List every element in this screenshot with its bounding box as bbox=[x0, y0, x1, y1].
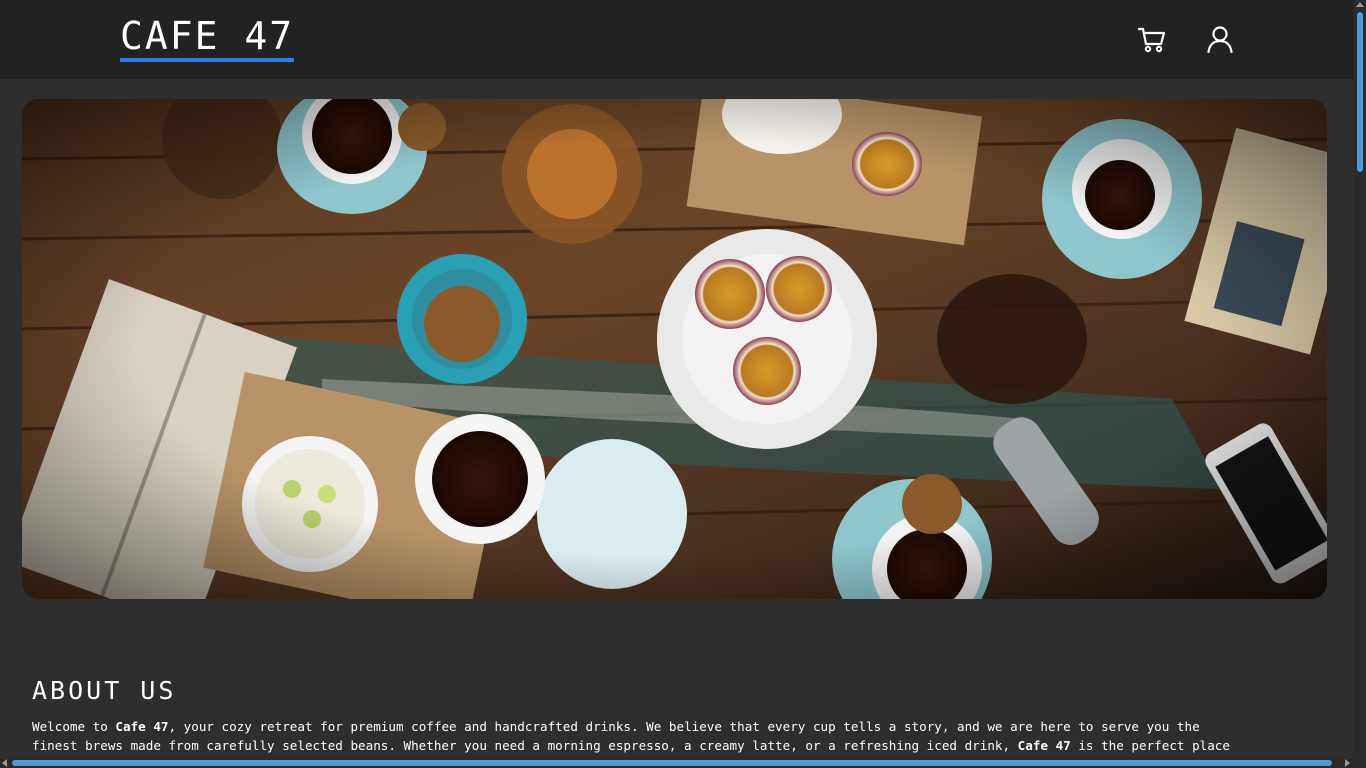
scroll-left-arrow-icon[interactable] bbox=[2, 759, 7, 767]
brand-logo-link[interactable]: CAFE 47 bbox=[120, 14, 295, 62]
about-brand-bold: Cafe 47 bbox=[115, 719, 169, 734]
about-line-1: Welcome to Cafe 47, your cozy retreat fo… bbox=[32, 717, 1332, 736]
scroll-right-arrow-icon[interactable] bbox=[1345, 759, 1350, 767]
about-text-segment: Welcome to bbox=[32, 719, 116, 734]
cart-icon bbox=[1137, 27, 1166, 53]
hero-photo bbox=[22, 99, 1327, 599]
cart-button[interactable] bbox=[1135, 22, 1169, 56]
user-icon bbox=[1207, 26, 1233, 54]
top-navbar: CAFE 47 bbox=[0, 0, 1354, 79]
about-text-segment: is the perfect place bbox=[1070, 738, 1230, 753]
about-text-segment: , your cozy retreat for premium coffee a… bbox=[168, 719, 1200, 734]
about-line-2: finest brews made from carefully selecte… bbox=[32, 736, 1332, 755]
vertical-scrollbar[interactable] bbox=[1354, 0, 1366, 758]
horizontal-scrollbar[interactable] bbox=[0, 758, 1366, 768]
about-us-heading: ABOUT US bbox=[32, 676, 177, 705]
account-button[interactable] bbox=[1203, 22, 1237, 56]
vertical-scrollbar-thumb[interactable] bbox=[1357, 12, 1363, 172]
horizontal-scrollbar-thumb[interactable] bbox=[12, 760, 1332, 766]
page: CAFE 47 ABOUT US Welcome to Cafe 47, you… bbox=[0, 0, 1366, 768]
about-text-segment: finest brews made from carefully selecte… bbox=[32, 738, 1018, 753]
about-brand-bold: Cafe 47 bbox=[1017, 738, 1071, 753]
hero-image bbox=[22, 99, 1327, 599]
scroll-up-arrow-icon[interactable] bbox=[1356, 2, 1364, 7]
about-us-text: Welcome to Cafe 47, your cozy retreat fo… bbox=[32, 717, 1332, 755]
